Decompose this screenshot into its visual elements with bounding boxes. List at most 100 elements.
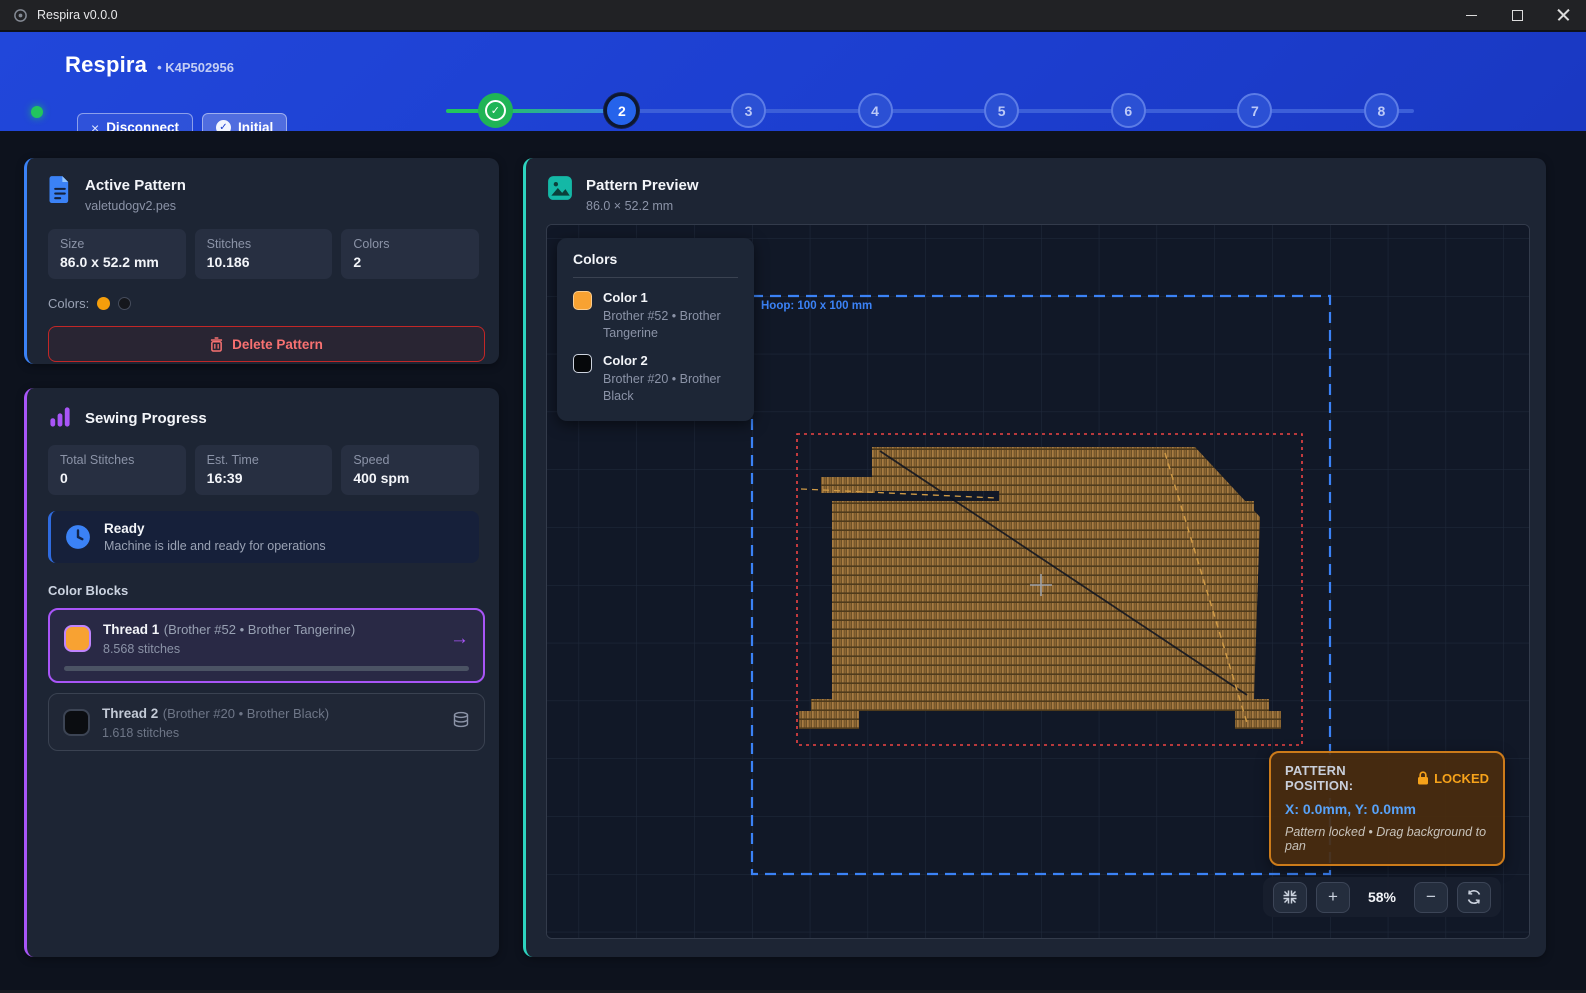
check-icon: ✓	[485, 100, 506, 121]
thread-1-progress-bar	[64, 666, 469, 671]
pattern-position-label: PATTERN POSITION:	[1285, 763, 1417, 793]
collapse-icon	[1282, 889, 1298, 905]
stat-label: Colors	[353, 237, 467, 251]
thread-detail: (Brother #52 • Brother Tangerine)	[164, 622, 355, 637]
title-bar: Respira v0.0.0	[0, 0, 1586, 31]
colors-label: Colors:	[48, 296, 89, 311]
stat-stitches: Stitches 10.186	[195, 229, 333, 279]
step-circle: 6	[1111, 93, 1146, 128]
sewing-progress-title: Sewing Progress	[85, 408, 207, 427]
status-description: Machine is idle and ready for operations	[104, 539, 326, 553]
legend-color-desc: Brother #52 • Brother Tangerine	[603, 308, 738, 342]
step-circle-done: ✓	[478, 93, 513, 128]
close-button[interactable]	[1540, 0, 1586, 30]
stat-size: Size 86.0 x 52.2 mm	[48, 229, 186, 279]
connection-status-dot	[31, 106, 43, 118]
step-circle: 7	[1237, 93, 1272, 128]
stat-label: Total Stitches	[60, 453, 174, 467]
maximize-button[interactable]	[1494, 0, 1540, 30]
stat-est-time: Est. Time 16:39	[195, 445, 333, 495]
plus-icon: +	[1328, 887, 1338, 907]
delete-pattern-label: Delete Pattern	[232, 337, 323, 352]
refresh-icon	[1466, 889, 1482, 905]
file-icon	[48, 175, 72, 203]
stat-label: Est. Time	[207, 453, 321, 467]
color-blocks-label: Color Blocks	[27, 563, 499, 598]
stat-colors: Colors 2	[341, 229, 479, 279]
legend-title: Colors	[573, 251, 738, 267]
active-pattern-title: Active Pattern	[85, 175, 186, 194]
thread-detail: (Brother #20 • Brother Black)	[163, 706, 329, 721]
legend-color-name: Color 1	[603, 290, 738, 305]
step-circle-active: 2	[604, 93, 639, 128]
pattern-dimensions: 86.0 × 52.2 mm	[586, 199, 699, 213]
app-window: Respira v0.0.0 Respira • K4P502956 × Dis…	[0, 0, 1586, 993]
legend-item-color-1: Color 1 Brother #52 • Brother Tangerine	[573, 290, 738, 342]
hoop-label: Hoop: 100 x 100 mm	[761, 300, 872, 312]
stat-value: 86.0 x 52.2 mm	[60, 254, 174, 270]
stat-value: 16:39	[207, 470, 321, 486]
machine-status-banner: Ready Machine is idle and ready for oper…	[48, 511, 479, 563]
pattern-filename: valetudogv2.pes	[85, 199, 186, 213]
thread-2-block[interactable]: Thread 2 (Brother #20 • Brother Black) 1…	[48, 693, 485, 751]
minimize-button[interactable]	[1448, 0, 1494, 30]
zoom-out-button[interactable]: −	[1414, 882, 1448, 913]
zoom-in-button[interactable]: +	[1316, 882, 1350, 913]
thread-stitch-count: 1.618 stitches	[102, 726, 329, 740]
pattern-coordinates: X: 0.0mm, Y: 0.0mm	[1285, 801, 1489, 817]
color-dot-tangerine	[97, 297, 110, 310]
minimize-icon	[1466, 15, 1477, 16]
maximize-icon	[1512, 10, 1523, 21]
main-content: Active Pattern valetudogv2.pes Size 86.0…	[0, 131, 1586, 993]
image-icon	[547, 175, 573, 201]
stat-label: Speed	[353, 453, 467, 467]
stat-value: 0	[60, 470, 174, 486]
fit-to-view-button[interactable]	[1273, 882, 1307, 913]
window-title: Respira v0.0.0	[37, 8, 118, 22]
sewing-progress-card: Sewing Progress Total Stitches 0 Est. Ti…	[24, 388, 499, 957]
layers-stack-icon	[452, 711, 470, 734]
close-icon	[1557, 9, 1570, 22]
minus-icon: −	[1426, 887, 1436, 907]
legend-color-name: Color 2	[603, 353, 738, 368]
preview-canvas[interactable]: Hoop: 100 x 100 mm	[546, 224, 1530, 939]
stat-value: 400 spm	[353, 470, 467, 486]
step-circle: 8	[1364, 93, 1399, 128]
step-circle: 5	[984, 93, 1019, 128]
pattern-lock-hint: Pattern locked • Drag background to pan	[1285, 825, 1489, 853]
stat-label: Size	[60, 237, 174, 251]
active-pattern-card: Active Pattern valetudogv2.pes Size 86.0…	[24, 158, 499, 364]
bar-chart-icon	[48, 405, 72, 429]
legend-swatch-black	[573, 354, 592, 373]
pattern-preview-card: Pattern Preview 86.0 × 52.2 mm	[523, 158, 1546, 957]
delete-pattern-button[interactable]: Delete Pattern	[48, 326, 485, 362]
thread-1-swatch	[64, 625, 91, 652]
legend-color-desc: Brother #20 • Brother Black	[603, 371, 738, 405]
legend-item-color-2: Color 2 Brother #20 • Brother Black	[573, 353, 738, 405]
reset-view-button[interactable]	[1457, 882, 1491, 913]
app-icon	[13, 8, 28, 23]
status-title: Ready	[104, 521, 326, 536]
stat-value: 2	[353, 254, 467, 270]
zoom-toolbar: + 58% −	[1263, 877, 1501, 917]
pattern-position-overlay: PATTERN POSITION: LOCKED X: 0.0mm, Y: 0.…	[1269, 751, 1505, 866]
color-legend: Colors Color 1 Brother #52 • Brother Tan…	[557, 238, 754, 421]
pattern-preview-title: Pattern Preview	[586, 175, 699, 194]
thread-name: Thread 1	[103, 622, 159, 637]
thread-2-swatch	[63, 709, 90, 736]
color-dot-black	[118, 297, 131, 310]
zoom-level: 58%	[1359, 889, 1405, 905]
locked-badge: LOCKED	[1434, 771, 1489, 786]
stat-label: Stitches	[207, 237, 321, 251]
arrow-right-icon: →	[450, 628, 469, 650]
stat-speed: Speed 400 spm	[341, 445, 479, 495]
step-circle: 3	[731, 93, 766, 128]
stat-total-stitches: Total Stitches 0	[48, 445, 186, 495]
clock-icon	[65, 524, 91, 550]
step-circle: 4	[858, 93, 893, 128]
thread-1-block[interactable]: Thread 1 (Brother #52 • Brother Tangerin…	[48, 608, 485, 683]
embroidery-pattern[interactable]	[799, 447, 1281, 729]
trash-icon	[210, 337, 223, 352]
thread-name: Thread 2	[102, 706, 158, 721]
app-header: Respira • K4P502956 × Disconnect ✓ Initi…	[0, 32, 1586, 131]
